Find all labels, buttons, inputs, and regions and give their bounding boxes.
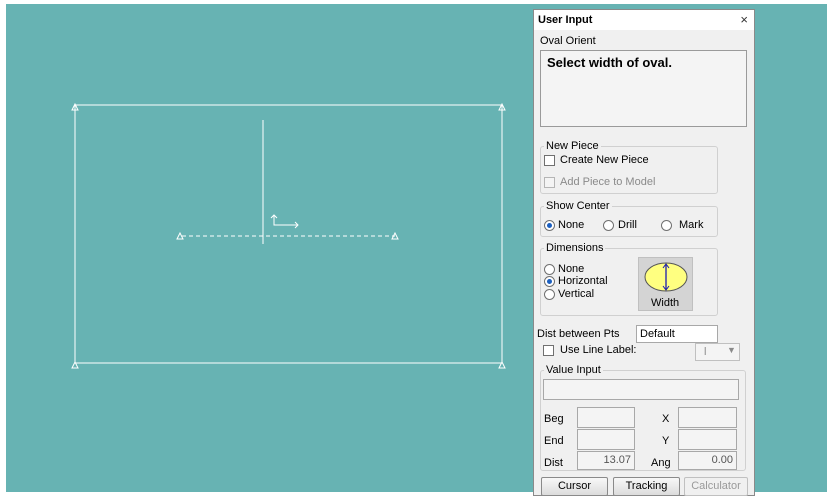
dist-input[interactable]: 13.07 — [577, 451, 635, 470]
y-label: Y — [662, 435, 670, 447]
dist-label: Dist — [544, 457, 563, 469]
add-piece-to-model-checkbox[interactable] — [544, 177, 555, 188]
show-center-mark-radio[interactable] — [661, 220, 672, 231]
dist-between-pts-value: Default — [640, 328, 675, 340]
show-center-drill-label: Drill — [618, 219, 637, 231]
dimensions-horizontal-radio[interactable] — [544, 276, 555, 287]
close-icon[interactable]: × — [740, 12, 748, 27]
new-piece-group: New Piece Create New Piece Add Piece to … — [540, 140, 718, 194]
y-input[interactable] — [678, 429, 737, 450]
dimensions-horizontal-label: Horizontal — [558, 275, 608, 287]
value-input-group: Value Input Beg X End Y Dist 13.07 Ang 0… — [540, 364, 746, 471]
value-input-field[interactable] — [543, 379, 739, 400]
show-center-group: Show Center None Drill Mark — [540, 200, 718, 237]
prompt-box: Select width of oval. — [540, 50, 747, 127]
line-label-select-value: l — [704, 346, 707, 358]
create-new-piece-label: Create New Piece — [560, 154, 649, 166]
x-input[interactable] — [678, 407, 737, 428]
width-preview-caption: Width — [651, 297, 680, 309]
end-input[interactable] — [577, 429, 635, 450]
dimensions-none-radio[interactable] — [544, 264, 555, 275]
ang-input[interactable]: 0.00 — [678, 451, 737, 470]
new-piece-legend: New Piece — [544, 140, 601, 152]
dist-between-pts-input[interactable]: Default — [636, 325, 718, 343]
cursor-button[interactable]: Cursor — [541, 477, 608, 496]
x-label: X — [662, 413, 670, 425]
prompt-text: Select width of oval. — [547, 55, 672, 70]
dimensions-none-label: None — [558, 263, 585, 275]
tracking-button[interactable]: Tracking — [613, 477, 680, 496]
user-input-panel: User Input × Oval Orient Select width of… — [533, 9, 755, 496]
command-name: Oval Orient — [540, 35, 596, 47]
dimensions-vertical-radio[interactable] — [544, 289, 555, 300]
panel-titlebar: User Input × — [534, 10, 754, 30]
dimensions-vertical-label: Vertical — [558, 288, 595, 300]
dimensions-group: Dimensions None Horizontal Vertical Widt… — [540, 242, 718, 316]
ang-label: Ang — [651, 457, 671, 469]
end-label: End — [544, 435, 564, 447]
beg-label: Beg — [544, 413, 564, 425]
show-center-drill-radio[interactable] — [603, 220, 614, 231]
line-label-select[interactable]: l ▼ — [695, 343, 740, 361]
dimensions-legend: Dimensions — [544, 242, 606, 254]
oval-bounding-rectangle — [74, 104, 503, 364]
use-line-label-checkbox[interactable] — [543, 345, 554, 356]
oval-width-icon — [644, 262, 688, 292]
width-preview: Width — [638, 257, 693, 311]
show-center-none-label: None — [558, 219, 585, 231]
calculator-button[interactable]: Calculator — [684, 477, 748, 496]
show-center-legend: Show Center — [544, 200, 612, 212]
show-center-mark-label: Mark — [679, 219, 704, 231]
orientation-arrow-icon — [273, 215, 298, 226]
dist-value: 13.07 — [603, 454, 631, 466]
show-center-none-radio[interactable] — [544, 220, 555, 231]
ang-value: 0.00 — [711, 454, 733, 466]
use-line-label-label: Use Line Label: — [560, 344, 637, 356]
panel-title: User Input — [538, 14, 593, 26]
add-piece-to-model-label: Add Piece to Model — [560, 176, 656, 188]
beg-input[interactable] — [577, 407, 635, 428]
create-new-piece-checkbox[interactable] — [544, 155, 555, 166]
chevron-down-icon: ▼ — [727, 345, 736, 355]
dist-between-pts-label: Dist between Pts — [537, 328, 620, 340]
value-input-legend: Value Input — [544, 364, 603, 376]
